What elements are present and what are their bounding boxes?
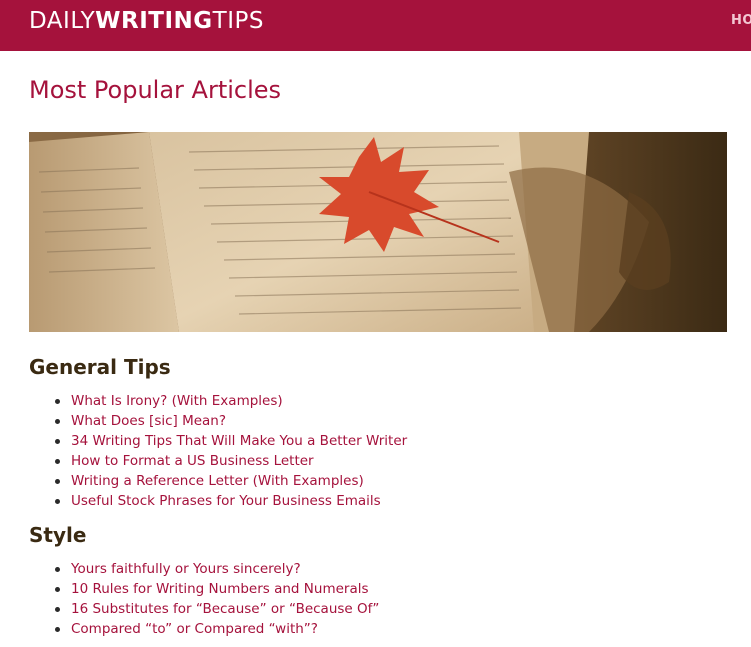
bullet-icon <box>55 627 60 632</box>
bullet-icon <box>55 567 60 572</box>
site-header: DAILYWRITINGTIPS HO <box>0 0 751 51</box>
bullet-icon <box>55 399 60 404</box>
section-heading-style: Style <box>29 523 87 547</box>
article-link[interactable]: Writing a Reference Letter (With Example… <box>71 471 364 491</box>
article-link[interactable]: How to Format a US Business Letter <box>71 451 314 471</box>
bullet-icon <box>55 607 60 612</box>
article-link[interactable]: What Is Irony? (With Examples) <box>71 391 283 411</box>
article-link[interactable]: Useful Stock Phrases for Your Business E… <box>71 491 381 511</box>
site-logo[interactable]: DAILYWRITINGTIPS <box>29 8 264 34</box>
article-link[interactable]: 16 Substitutes for “Because” or “Because… <box>71 599 379 619</box>
bullet-icon <box>55 459 60 464</box>
article-link[interactable]: What Does [sic] Mean? <box>71 411 226 431</box>
logo-writing: WRITING <box>95 8 213 34</box>
open-book-leaf-illustration <box>29 132 727 332</box>
bullet-icon <box>55 439 60 444</box>
logo-daily: DAILY <box>29 8 96 34</box>
bullet-icon <box>55 419 60 424</box>
page-title: Most Popular Articles <box>29 76 282 104</box>
logo-tips: TIPS <box>212 8 264 34</box>
bullet-icon <box>55 479 60 484</box>
section-heading-general-tips: General Tips <box>29 355 171 379</box>
hero-image <box>29 132 727 332</box>
article-link[interactable]: 34 Writing Tips That Will Make You a Bet… <box>71 431 407 451</box>
article-link[interactable]: Yours faithfully or Yours sincerely? <box>71 559 301 579</box>
nav-home-link[interactable]: HO <box>731 13 751 28</box>
article-link[interactable]: 10 Rules for Writing Numbers and Numeral… <box>71 579 369 599</box>
article-link[interactable]: Compared “to” or Compared “with”? <box>71 619 318 639</box>
bullet-icon <box>55 587 60 592</box>
bullet-icon <box>55 499 60 504</box>
